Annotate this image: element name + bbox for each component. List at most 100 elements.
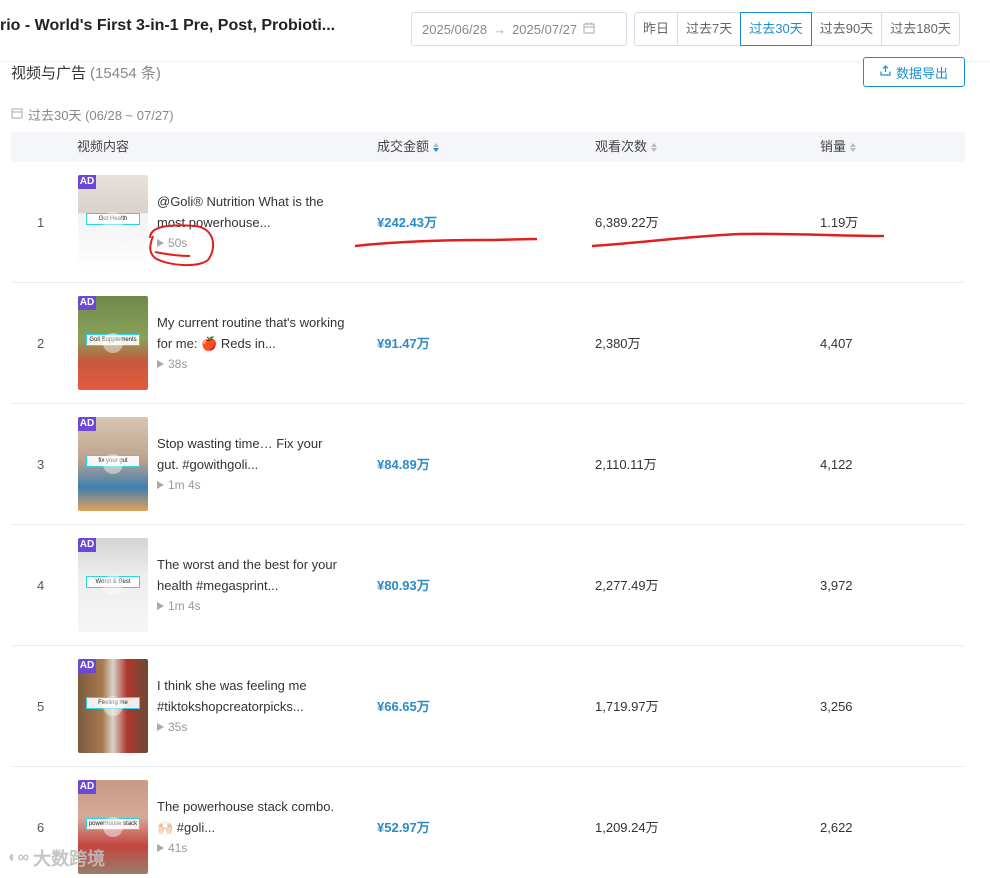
video-info: My current routine that's working for me… [157, 312, 347, 374]
table-row[interactable]: 5 Feeling me AD I think she was feeling … [11, 646, 965, 767]
ad-badge: AD [78, 417, 96, 431]
view-count: 2,380万 [595, 336, 641, 351]
rank: 1 [37, 215, 45, 230]
video-duration: 41s [157, 838, 347, 858]
range-option-7d[interactable]: 过去7天 [677, 12, 742, 46]
play-icon [157, 239, 164, 247]
play-icon [157, 481, 164, 489]
play-icon [103, 575, 123, 595]
arrow-right-icon: → [493, 21, 507, 37]
sales-volume: 3,256 [820, 699, 853, 714]
section-title: 视频与广告 (15454 条) [11, 62, 161, 83]
ad-badge: AD [78, 780, 96, 794]
video-thumbnail[interactable]: Worst & Best AD [78, 538, 148, 632]
table-header: 视频内容 成交金额 观看次数 销量 [11, 132, 965, 162]
upload-icon [880, 65, 891, 79]
product-title: rio - World's First 3-in-1 Pre, Post, Pr… [0, 17, 336, 34]
view-count: 2,110.11万 [595, 457, 657, 472]
rank: 4 [37, 578, 45, 593]
video-duration: 38s [157, 354, 347, 374]
table-row[interactable]: 3 fix your gut AD Stop wasting time… Fix… [11, 404, 965, 525]
table-row[interactable]: 6 powerhouse stack AD The powerhouse sta… [11, 767, 965, 878]
video-info: Stop wasting time… Fix your gut. #gowith… [157, 433, 347, 495]
sales-volume: 3,972 [820, 578, 853, 593]
video-duration: 50s [157, 233, 347, 253]
play-icon [103, 212, 123, 232]
video-info: I think she was feeling me #tiktokshopcr… [157, 675, 347, 737]
column-header-content: 视频内容 [77, 139, 130, 154]
duration-text: 41s [168, 841, 188, 855]
sort-icon [850, 142, 858, 153]
column-header-sales[interactable]: 销量 [820, 132, 858, 162]
video-title[interactable]: The worst and the best for your health #… [157, 554, 347, 596]
sort-icon [651, 142, 659, 153]
duration-text: 38s [168, 357, 188, 371]
range-option-180d[interactable]: 过去180天 [881, 12, 960, 46]
sales-amount: ¥80.93万 [377, 578, 430, 593]
video-title[interactable]: The powerhouse stack combo. 🙌🏻 #goli... [157, 796, 347, 838]
export-label: 数据导出 [895, 65, 948, 81]
table-row[interactable]: 1 Gut Health AD @Goli® Nutrition What is… [11, 162, 965, 283]
video-info: The powerhouse stack combo. 🙌🏻 #goli... … [157, 796, 347, 858]
video-title[interactable]: I think she was feeling me #tiktokshopcr… [157, 675, 347, 717]
column-header-views[interactable]: 观看次数 [595, 132, 659, 162]
view-count: 1,719.97万 [595, 699, 659, 714]
video-title[interactable]: Stop wasting time… Fix your gut. #gowith… [157, 433, 347, 475]
sales-amount: ¥91.47万 [377, 336, 430, 351]
range-option-yesterday[interactable]: 昨日 [634, 12, 679, 46]
play-icon [103, 454, 123, 474]
ad-badge: AD [78, 175, 96, 189]
watermark-text: 大数跨境 [33, 849, 106, 869]
date-start: 2025/06/28 [422, 21, 488, 37]
calendar-icon [11, 107, 23, 122]
video-thumbnail[interactable]: Goli Supplements AD [78, 296, 148, 390]
rank: 2 [37, 336, 45, 351]
sales-volume: 1.19万 [820, 215, 859, 230]
video-thumbnail[interactable]: Gut Health AD [78, 175, 148, 269]
column-header-amount[interactable]: 成交金额 [377, 132, 441, 162]
view-count: 1,209.24万 [595, 820, 659, 835]
sales-amount: ¥52.97万 [377, 820, 430, 835]
video-thumbnail[interactable]: fix your gut AD [78, 417, 148, 511]
range-option-90d[interactable]: 过去90天 [810, 12, 883, 46]
watermark-logo-icon: ◐∞ [8, 849, 30, 866]
video-title[interactable]: My current routine that's working for me… [157, 312, 347, 354]
watermark: ◐∞ 大数跨境 [8, 845, 105, 871]
table-row[interactable]: 4 Worst & Best AD The worst and the best… [11, 525, 965, 646]
video-info: The worst and the best for your health #… [157, 554, 347, 616]
duration-text: 50s [168, 236, 188, 250]
video-title[interactable]: @Goli® Nutrition What is the most powerh… [157, 191, 347, 233]
date-end: 2025/07/27 [512, 21, 578, 37]
play-icon [157, 602, 164, 610]
column-header-views-label: 观看次数 [595, 139, 648, 154]
video-info: @Goli® Nutrition What is the most powerh… [157, 191, 347, 253]
view-count: 2,277.49万 [595, 578, 659, 593]
period-label: 过去30天 (06/28 ~ 07/27) [11, 105, 174, 124]
column-header-sales-label: 销量 [820, 139, 847, 154]
play-icon [157, 360, 164, 368]
section-title-text: 视频与广告 [11, 65, 87, 82]
range-selector: 昨日 过去7天 过去30天 过去90天 过去180天 [634, 12, 960, 46]
table-row[interactable]: 2 Goli Supplements AD My current routine… [11, 283, 965, 404]
play-icon [103, 817, 123, 837]
play-icon [103, 333, 123, 353]
rank: 5 [37, 699, 45, 714]
play-icon [157, 844, 164, 852]
sales-volume: 2,622 [820, 820, 853, 835]
export-button[interactable]: 数据导出 [863, 57, 965, 87]
ad-badge: AD [78, 296, 96, 310]
column-header-amount-label: 成交金额 [377, 139, 430, 154]
ad-badge: AD [78, 538, 96, 552]
sales-volume: 4,122 [820, 457, 853, 472]
play-icon [103, 696, 123, 716]
rank: 3 [37, 457, 45, 472]
video-duration: 35s [157, 717, 347, 737]
sales-volume: 4,407 [820, 336, 853, 351]
calendar-icon [583, 22, 595, 37]
range-option-30d[interactable]: 过去30天 [740, 12, 812, 46]
video-thumbnail[interactable]: Feeling me AD [78, 659, 148, 753]
sales-amount: ¥84.89万 [377, 457, 430, 472]
period-text: 过去30天 (06/28 ~ 07/27) [28, 108, 174, 123]
date-range-picker[interactable]: 2025/06/28 → 2025/07/27 [411, 12, 627, 46]
duration-text: 1m 4s [168, 599, 201, 613]
